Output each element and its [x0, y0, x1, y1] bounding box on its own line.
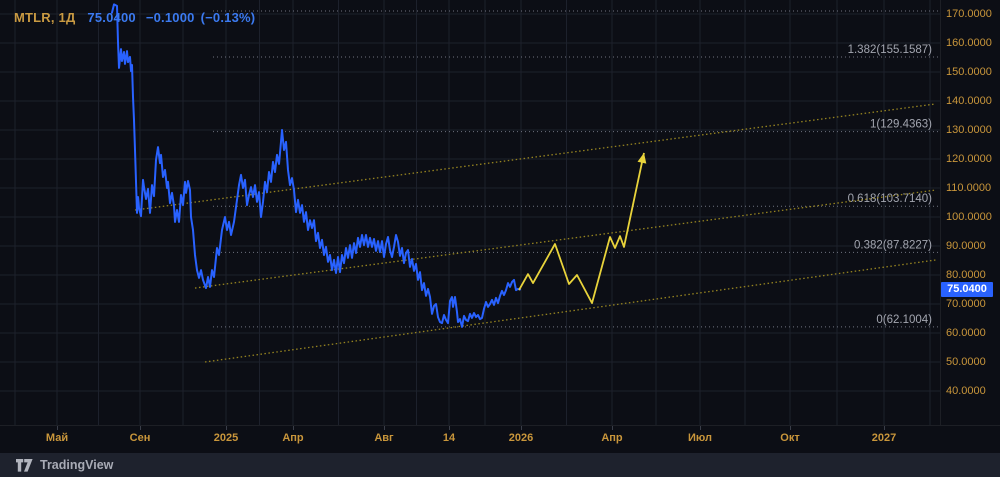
price-line-series[interactable] — [111, 3, 521, 328]
time-tick-mark — [226, 426, 227, 430]
price-tick-label: 40.0000 — [946, 385, 986, 397]
time-tick-label: 2025 — [213, 432, 239, 444]
time-tick-label: Сен — [129, 432, 151, 444]
time-tick-label: Май — [45, 432, 69, 444]
time-tick-mark — [790, 426, 791, 430]
time-tick-mark — [700, 426, 701, 430]
symbol-name[interactable]: MTLR, 1Д — [14, 10, 75, 25]
tradingview-logo[interactable]: TradingView — [16, 458, 113, 472]
fib-level-label-1: 1(129.4363) — [870, 119, 932, 131]
price-tick-label: 120.0000 — [946, 153, 992, 165]
chart-canvas[interactable]: 1.382(155.1587) 1(129.4363) 0.618(103.7140… — [0, 0, 940, 425]
time-tick-mark — [449, 426, 450, 430]
time-tick-label: Апр — [282, 432, 304, 444]
trading-chart-window: 1.382(155.1587) 1(129.4363) 0.618(103.7140… — [0, 0, 1000, 477]
price-tick-label: 90.0000 — [946, 240, 986, 252]
time-tick-mark — [612, 426, 613, 430]
price-tick-label: 130.0000 — [946, 124, 992, 136]
current-price-badge[interactable]: 75.0400 — [941, 281, 993, 297]
time-tick-mark — [521, 426, 522, 430]
tradingview-brand-text: TradingView — [40, 458, 114, 472]
time-tick-mark — [57, 426, 58, 430]
time-tick-label: Окт — [780, 432, 800, 444]
time-tick-label: 14 — [442, 432, 456, 444]
last-price-value: 75.0400 — [87, 10, 136, 25]
symbol-legend[interactable]: MTLR, 1Д 75.0400 −0.1000 (−0.13%) — [14, 10, 255, 25]
time-tick-mark — [140, 426, 141, 430]
time-tick-label: Июл — [687, 432, 713, 444]
time-tick-label: Апр — [601, 432, 623, 444]
price-tick-label: 140.0000 — [946, 95, 992, 107]
price-tick-label: 50.0000 — [946, 356, 986, 368]
projection-arrowhead — [637, 152, 647, 164]
fib-level-label-0: 0(62.1004) — [876, 314, 932, 326]
price-tick-label: 70.0000 — [946, 298, 986, 310]
time-tick-label: 2026 — [508, 432, 534, 444]
price-tick-label: 150.0000 — [946, 66, 992, 78]
price-tick-label: 80.0000 — [946, 269, 986, 281]
price-chart-svg: 1.382(155.1587) 1(129.4363) 0.618(103.7140… — [0, 0, 940, 425]
price-tick-label: 160.0000 — [946, 37, 992, 49]
tradingview-logo-icon — [16, 458, 33, 472]
time-tick-mark — [884, 426, 885, 430]
price-change-value: −0.1000 — [145, 10, 195, 25]
price-tick-label: 170.0000 — [946, 8, 992, 20]
fib-level-label-0.382: 0.382(87.8227) — [854, 239, 932, 251]
time-tick-label: 2027 — [871, 432, 897, 444]
projection-line[interactable] — [518, 152, 645, 305]
price-change-percent: (−0.13%) — [200, 10, 256, 25]
price-axis[interactable]: 75.0400 170.0000 160.0000 150.0000 140.0000… — [940, 0, 1000, 425]
time-tick-mark — [293, 426, 294, 430]
price-tick-label: 110.0000 — [946, 182, 992, 194]
bottom-bar: TradingView — [0, 453, 1000, 477]
price-tick-label: 100.0000 — [946, 211, 992, 223]
time-tick-label: Авг — [374, 432, 394, 444]
time-tick-mark — [384, 426, 385, 430]
fib-level-label-1.382: 1.382(155.1587) — [848, 44, 933, 56]
fib-level-label-0.618: 0.618(103.7140) — [848, 193, 933, 205]
price-tick-label: 60.0000 — [946, 327, 986, 339]
time-axis[interactable]: Май Сен 2025 Апр Авг 14 2026 Апр Июл Окт 2027 — [0, 425, 1000, 454]
